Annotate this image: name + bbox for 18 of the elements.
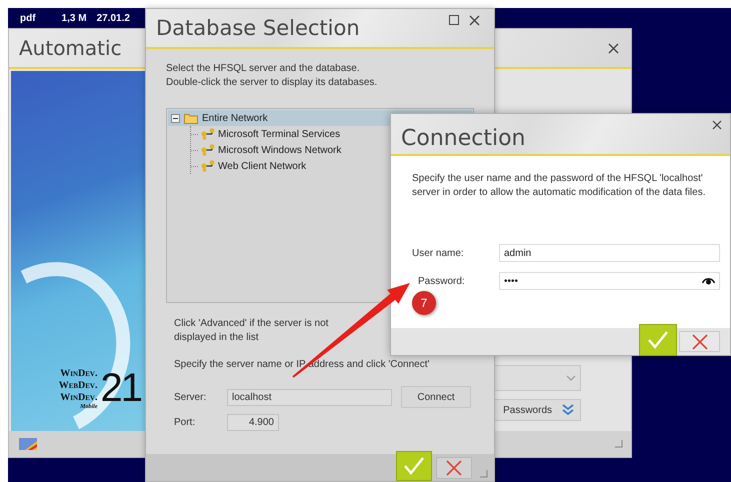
advanced-note: Click 'Advanced' if the server is not displayed in the list [174, 317, 330, 345]
window-title: Automatic [19, 36, 122, 60]
instruction-text: Double-click the server to display its databases. [166, 77, 378, 88]
file-type-text: pdf [20, 12, 36, 24]
logo-text: WebDev. [58, 380, 98, 392]
logo-text: WinDev. [60, 368, 98, 380]
file-size-text: 1,3 M [62, 12, 87, 24]
user-name-label: User name: [412, 248, 465, 258]
port-label: Port: [174, 417, 196, 428]
logo-version: 21 [100, 366, 141, 411]
instruction-text: Select the HFSQL server and the database. [166, 63, 361, 74]
password-label: Password: [417, 276, 466, 286]
logo-text: WinDev. [60, 392, 98, 404]
server-label: Server: [174, 392, 208, 402]
file-date-text: 27.01.2 [96, 12, 130, 24]
connection-message: Specify the user name and the password of the HFSQL 'localhost' server in order to allow the automatic modification of the data files. [412, 172, 706, 200]
window-title: Database Selection [156, 16, 361, 40]
window-title: Connection [401, 126, 526, 151]
